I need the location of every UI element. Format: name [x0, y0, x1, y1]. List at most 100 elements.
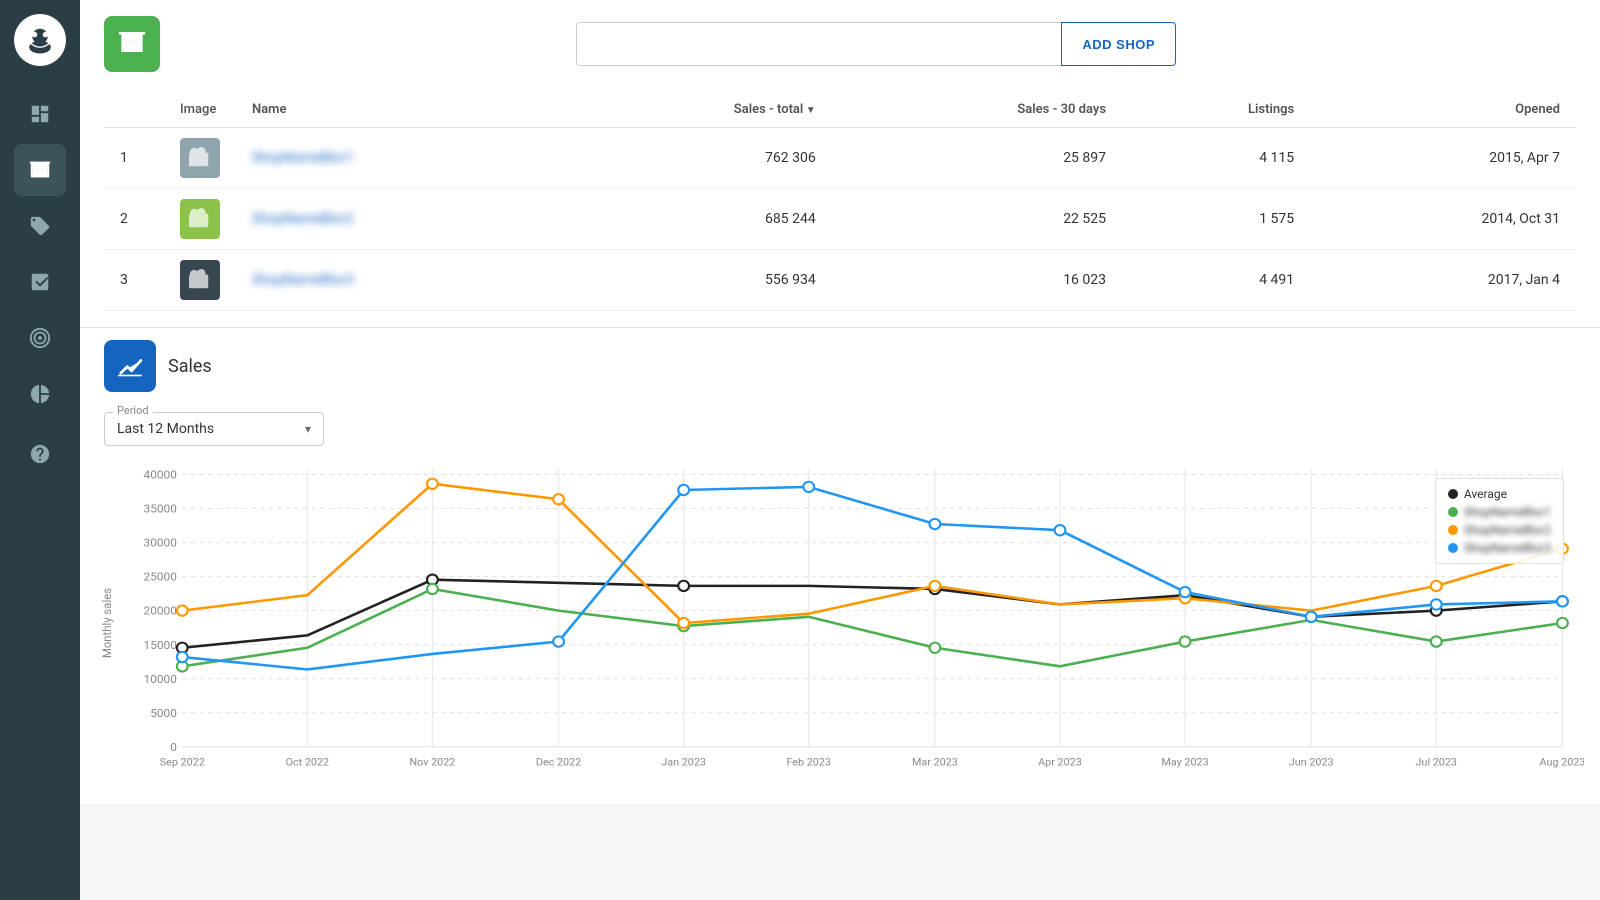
sidebar-item-tags[interactable] [14, 200, 66, 252]
period-dropdown-arrow: ▾ [305, 422, 311, 436]
row-listings: 4 491 [1122, 250, 1310, 311]
row-number: 1 [104, 128, 164, 189]
svg-text:Feb 2023: Feb 2023 [786, 756, 831, 769]
svg-text:Jul 2023: Jul 2023 [1416, 756, 1457, 769]
legend-item-shop3: ShopNameBlur3 [1448, 541, 1551, 555]
svg-text:20000: 20000 [144, 604, 177, 618]
chart-legend: Average ShopNameBlur1 ShopNameBlur2 Shop… [1435, 478, 1564, 564]
row-listings: 1 575 [1122, 189, 1310, 250]
row-number: 2 [104, 189, 164, 250]
row-sales-total: 762 306 [558, 128, 832, 189]
legend-item-average: Average [1448, 487, 1551, 501]
svg-text:35000: 35000 [144, 502, 177, 516]
chart-container: 0 5000 10000 15000 20000 25000 30000 350… [96, 458, 1584, 788]
sales-section: Sales Period Last 12 Months ▾ [80, 328, 1600, 804]
app-logo [0, 0, 80, 80]
sidebar-item-targets[interactable] [14, 312, 66, 364]
shops-table: Image Name Sales - total Sales - 30 days… [104, 92, 1576, 311]
col-header-listings: Listings [1122, 92, 1310, 128]
sidebar-item-reports[interactable] [14, 368, 66, 420]
col-header-image [104, 92, 164, 128]
col-header-sales-total[interactable]: Sales - total [558, 92, 832, 128]
svg-text:Sep 2022: Sep 2022 [160, 756, 205, 769]
legend-dot-shop3 [1448, 543, 1458, 553]
shop-thumbnail-image [180, 199, 220, 239]
shops-section: ADD SHOP Image Name Sales - total Sales … [80, 0, 1600, 328]
legend-dot-shop2 [1448, 525, 1458, 535]
svg-text:Jan 2023: Jan 2023 [661, 756, 706, 769]
legend-dot-shop1 [1448, 507, 1458, 517]
row-opened: 2014, Oct 31 [1310, 189, 1576, 250]
svg-text:Dec 2022: Dec 2022 [536, 756, 581, 769]
legend-item-shop2: ShopNameBlur2 [1448, 523, 1551, 537]
legend-dot-average [1448, 489, 1458, 499]
table-header-row: Image Name Sales - total Sales - 30 days… [104, 92, 1576, 128]
header-row: ADD SHOP [104, 16, 1576, 72]
row-sales-total: 685 244 [558, 189, 832, 250]
sidebar-item-dashboard[interactable] [14, 88, 66, 140]
col-header-opened: Opened [1310, 92, 1576, 128]
row-sales-30: 16 023 [832, 250, 1122, 311]
sales-chart: 0 5000 10000 15000 20000 25000 30000 350… [96, 458, 1584, 788]
svg-text:30000: 30000 [144, 536, 177, 550]
row-thumbnail [164, 250, 236, 311]
col-header-name: Name [236, 92, 558, 128]
svg-text:25000: 25000 [144, 570, 177, 584]
sidebar [0, 0, 80, 900]
period-section: Period Last 12 Months ▾ [80, 404, 1600, 458]
sales-title: Sales [168, 356, 212, 377]
row-opened: 2017, Jan 4 [1310, 250, 1576, 311]
period-selector[interactable]: Period Last 12 Months ▾ [104, 412, 324, 446]
shop-name-text: ShopNameBlur2 [252, 211, 354, 227]
legend-label-shop2: ShopNameBlur2 [1464, 523, 1551, 537]
sidebar-item-shops[interactable] [14, 144, 66, 196]
row-shop-name[interactable]: ShopNameBlur1 [236, 128, 558, 189]
shop-thumbnail-image [180, 138, 220, 178]
svg-text:5000: 5000 [150, 706, 177, 720]
shop-name-text: ShopNameBlur3 [252, 272, 354, 288]
svg-text:0: 0 [170, 740, 177, 754]
chart-area: 0 5000 10000 15000 20000 25000 30000 350… [80, 458, 1600, 804]
svg-text:Aug 2023: Aug 2023 [1539, 756, 1584, 769]
row-shop-name[interactable]: ShopNameBlur3 [236, 250, 558, 311]
table-row[interactable]: 2 ShopNameBlur2 685 244 22 525 1 575 201… [104, 189, 1576, 250]
legend-label-average: Average [1464, 487, 1507, 501]
row-shop-name[interactable]: ShopNameBlur2 [236, 189, 558, 250]
period-label: Period [113, 404, 153, 417]
col-header-sales-30: Sales - 30 days [832, 92, 1122, 128]
search-area: ADD SHOP [576, 22, 1176, 66]
row-thumbnail [164, 189, 236, 250]
svg-text:Apr 2023: Apr 2023 [1038, 756, 1082, 769]
legend-item-shop1: ShopNameBlur1 [1448, 505, 1551, 519]
svg-text:Mar 2023: Mar 2023 [912, 756, 958, 769]
logo-icon [14, 14, 66, 66]
main-content: ADD SHOP Image Name Sales - total Sales … [80, 0, 1600, 900]
add-shop-button[interactable]: ADD SHOP [1061, 22, 1176, 66]
svg-text:May 2023: May 2023 [1161, 756, 1208, 769]
period-value: Last 12 Months [117, 421, 214, 437]
sidebar-nav [0, 80, 80, 496]
legend-label-shop1: ShopNameBlur1 [1464, 505, 1551, 519]
row-sales-30: 25 897 [832, 128, 1122, 189]
shop-name-text: ShopNameBlur1 [252, 150, 354, 166]
shop-thumbnail-image [180, 260, 220, 300]
svg-text:Nov 2022: Nov 2022 [409, 756, 455, 769]
table-row[interactable]: 3 ShopNameBlur3 556 934 16 023 4 491 201… [104, 250, 1576, 311]
svg-text:Monthly sales: Monthly sales [100, 588, 114, 658]
row-thumbnail [164, 128, 236, 189]
shop-icon-button[interactable] [104, 16, 160, 72]
svg-text:10000: 10000 [144, 672, 177, 686]
col-header-image-label: Image [164, 92, 236, 128]
sales-icon-button[interactable] [104, 340, 156, 392]
svg-text:15000: 15000 [144, 638, 177, 652]
sales-header: Sales [80, 328, 1600, 404]
row-sales-total: 556 934 [558, 250, 832, 311]
table-row[interactable]: 1 ShopNameBlur1 762 306 25 897 4 115 201… [104, 128, 1576, 189]
legend-label-shop3: ShopNameBlur3 [1464, 541, 1551, 555]
search-input[interactable] [576, 22, 1061, 66]
row-sales-30: 22 525 [832, 189, 1122, 250]
row-opened: 2015, Apr 7 [1310, 128, 1576, 189]
sidebar-item-help[interactable] [14, 428, 66, 480]
sidebar-item-analytics[interactable] [14, 256, 66, 308]
svg-text:Oct 2022: Oct 2022 [286, 756, 330, 769]
